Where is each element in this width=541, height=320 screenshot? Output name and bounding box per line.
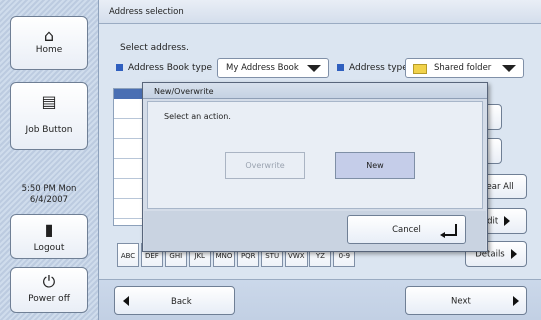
folder-icon bbox=[413, 64, 427, 74]
home-button[interactable]: ⌂ Home bbox=[10, 16, 88, 70]
address-type-row: Address type bbox=[337, 63, 408, 73]
back-button[interactable]: Back bbox=[114, 286, 235, 315]
arrow-right-icon bbox=[510, 249, 517, 259]
address-book-type-row: Address Book type bbox=[116, 63, 212, 73]
home-label: Home bbox=[35, 45, 63, 55]
power-off-label: Power off bbox=[28, 294, 70, 304]
chevron-down-icon bbox=[502, 65, 516, 72]
enter-icon bbox=[440, 224, 457, 238]
logout-icon: ▮ bbox=[44, 220, 54, 239]
address-type-label: Address type bbox=[349, 63, 408, 73]
footer-bar: Back Next bbox=[99, 279, 541, 320]
clock-time: 5:50 PM Mon bbox=[21, 184, 77, 194]
address-book-type-dropdown[interactable]: My Address Book bbox=[217, 58, 329, 78]
dialog-message: Select an action. bbox=[164, 112, 231, 121]
job-button[interactable]: ▤ Job Button bbox=[10, 82, 88, 150]
logout-label: Logout bbox=[33, 243, 65, 253]
address-book-type-label: Address Book type bbox=[128, 63, 213, 73]
next-button[interactable]: Next bbox=[405, 286, 527, 315]
overwrite-button[interactable]: Overwrite bbox=[225, 152, 305, 179]
sidebar: ⌂ Home ▤ Job Button 5:50 PM Mon 6/4/2007… bbox=[0, 0, 98, 320]
cancel-label: Cancel bbox=[392, 225, 421, 235]
job-button-label: Job Button bbox=[25, 125, 73, 135]
arrow-left-icon bbox=[123, 296, 129, 306]
home-icon: ⌂ bbox=[43, 26, 55, 45]
new-overwrite-dialog: New/Overwrite Select an action. Overwrit… bbox=[142, 82, 488, 252]
dialog-title: New/Overwrite bbox=[143, 83, 487, 99]
next-label: Next bbox=[451, 296, 471, 307]
clock: 5:50 PM Mon 6/4/2007 bbox=[0, 184, 98, 206]
power-off-button[interactable]: ⏻ Power off bbox=[10, 267, 88, 313]
power-icon: ⏻ bbox=[42, 272, 56, 291]
chevron-down-icon bbox=[307, 65, 321, 72]
new-button[interactable]: New bbox=[335, 152, 415, 179]
arrow-right-icon bbox=[512, 296, 519, 306]
bullet-icon bbox=[116, 64, 123, 71]
dialog-body: Select an action. Overwrite New bbox=[147, 101, 483, 209]
logout-button[interactable]: ▮ Logout bbox=[10, 214, 88, 259]
address-book-type-value: My Address Book bbox=[226, 63, 299, 73]
tab-abc[interactable]: ABC bbox=[117, 243, 139, 267]
address-type-dropdown[interactable]: Shared folder bbox=[405, 58, 524, 78]
address-type-value: Shared folder bbox=[434, 63, 492, 73]
clock-date: 6/4/2007 bbox=[29, 195, 69, 205]
prompt-text: Select address. bbox=[120, 43, 189, 53]
bullet-icon bbox=[337, 64, 344, 71]
back-label: Back bbox=[171, 296, 192, 307]
page-title: Address selection bbox=[99, 0, 541, 24]
cancel-button[interactable]: Cancel bbox=[347, 215, 466, 244]
job-button-icon: ▤ bbox=[41, 92, 57, 111]
arrow-right-icon bbox=[504, 216, 511, 226]
